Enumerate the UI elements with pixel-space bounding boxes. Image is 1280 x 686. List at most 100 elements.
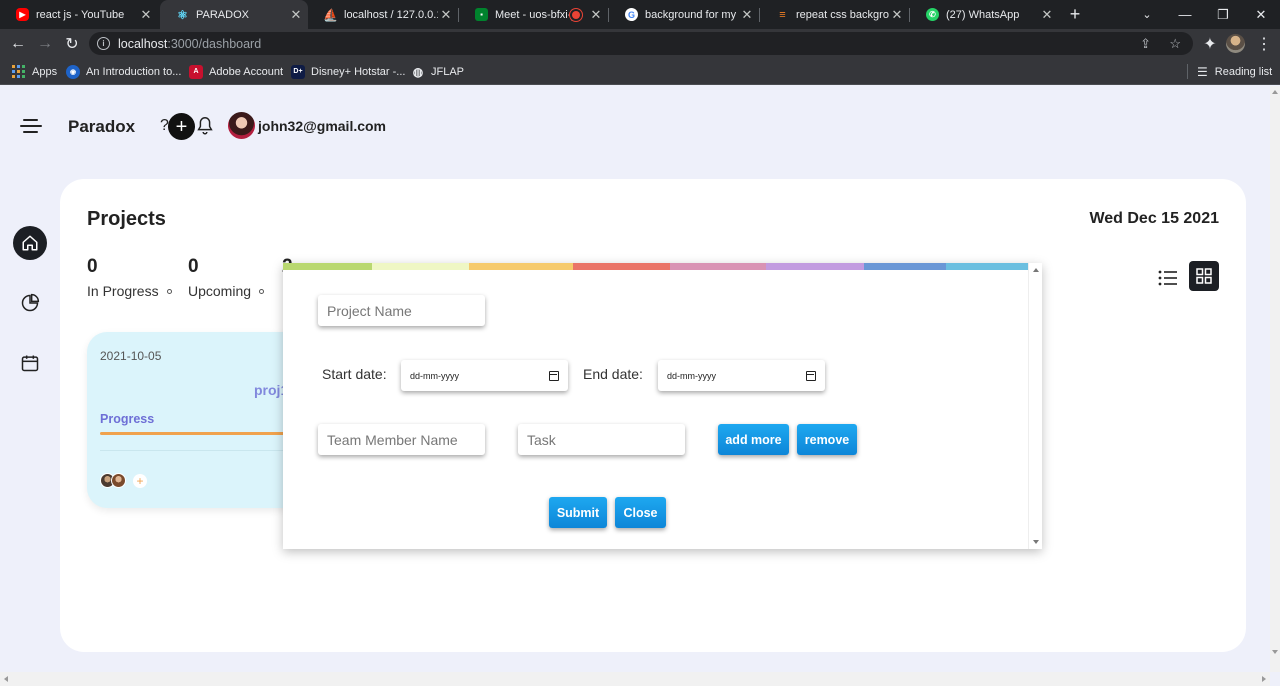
team-member-input[interactable]	[318, 424, 485, 455]
grid-view-button[interactable]	[1189, 261, 1219, 291]
avatar[interactable]	[228, 112, 255, 139]
close-icon[interactable]: ✕	[739, 7, 755, 23]
tab-search-chevron-icon[interactable]: ⌄	[1128, 0, 1166, 29]
calendar-icon[interactable]	[549, 370, 559, 381]
calendar-icon	[21, 355, 39, 372]
bookmark-introduction[interactable]: ◉ An Introduction to...	[66, 58, 181, 85]
nav-home[interactable]	[13, 226, 47, 260]
color-stripe	[283, 263, 372, 270]
color-stripe	[573, 263, 670, 270]
bookmark-label: JFLAP	[431, 65, 465, 78]
tab-stackoverflow[interactable]: ≡ repeat css backgroun ✕	[760, 0, 909, 29]
task-input[interactable]	[518, 424, 685, 455]
close-icon[interactable]: ✕	[138, 7, 154, 23]
tab-title: repeat css backgroun	[796, 8, 889, 21]
tab-title: PARADOX	[196, 8, 249, 21]
tab-whatsapp[interactable]: ✆ (27) WhatsApp ✕	[910, 0, 1059, 29]
color-stripe	[469, 263, 573, 270]
grid-icon	[1196, 268, 1212, 284]
page-title: Projects	[87, 208, 166, 230]
tab-paradox[interactable]: ⚛ PARADOX ✕	[160, 0, 308, 29]
bookmark-star-icon[interactable]: ☆	[1169, 32, 1181, 55]
bookmark-label: Apps	[32, 65, 58, 78]
back-arrow-icon[interactable]: ←	[4, 29, 32, 58]
bookmark-hotstar[interactable]: D+ Disney+ Hotstar -...	[291, 58, 405, 85]
url-field[interactable]: i localhost:3000/dashboard ⇪ ☆	[89, 32, 1193, 55]
start-date-label: Start date:	[322, 366, 387, 382]
google-icon: G	[625, 8, 638, 21]
remove-button[interactable]: remove	[797, 424, 857, 455]
scroll-up-icon[interactable]	[1033, 268, 1039, 272]
stat-label: In Progress	[87, 283, 159, 299]
reload-icon[interactable]: ↻	[58, 29, 86, 58]
close-icon[interactable]: ✕	[438, 7, 454, 23]
close-icon[interactable]: ✕	[288, 7, 304, 23]
color-stripe	[766, 263, 864, 270]
new-tab-icon[interactable]: +	[1056, 0, 1094, 29]
scroll-down-icon[interactable]	[1272, 650, 1278, 654]
tab-title: background for my w	[645, 8, 739, 21]
bookmark-adobe[interactable]: A Adobe Account	[189, 58, 283, 85]
profile-avatar[interactable]	[1226, 34, 1245, 53]
stat-value: 0	[87, 256, 98, 277]
phpmyadmin-icon: ⛵	[323, 7, 338, 22]
bookmark-label: Adobe Account	[209, 65, 284, 78]
nav-calendar[interactable]	[13, 346, 47, 380]
bookmark-label: Disney+ Hotstar -...	[311, 65, 406, 78]
bookmark-apps[interactable]: Apps	[12, 58, 57, 85]
end-date-input[interactable]: dd-mm-yyyy	[658, 360, 825, 391]
reading-list-icon: ☰	[1197, 64, 1208, 79]
add-project-button[interactable]: +	[168, 113, 195, 140]
scroll-down-icon[interactable]	[1033, 540, 1039, 544]
maximize-icon[interactable]: ❐	[1204, 0, 1242, 29]
scroll-left-icon[interactable]	[4, 676, 8, 682]
minimize-icon[interactable]: —	[1166, 0, 1204, 29]
color-stripe	[670, 263, 766, 270]
close-icon[interactable]: ✕	[1039, 7, 1055, 23]
page-horizontal-scrollbar[interactable]	[0, 672, 1270, 686]
start-date-input[interactable]: dd-mm-yyyy	[401, 360, 568, 391]
page-vertical-scrollbar[interactable]	[1270, 86, 1280, 672]
extensions-icon[interactable]: ✦	[1196, 29, 1224, 58]
scroll-up-icon[interactable]	[1272, 90, 1278, 94]
reading-list-label: Reading list	[1214, 65, 1273, 78]
list-view-button[interactable]	[1153, 263, 1183, 293]
add-member-button[interactable]: +	[133, 474, 147, 488]
stat-upcoming: 0 Upcoming	[188, 256, 265, 299]
tab-meet[interactable]: ▪ Meet - uos-bfxi-jt ✕	[459, 0, 608, 29]
color-stripe	[946, 263, 1028, 270]
bookmarks-bar: Apps ◉ An Introduction to... A Adobe Acc…	[0, 58, 1280, 85]
google-meet-icon: ▪	[475, 8, 488, 21]
modal-scrollbar[interactable]	[1028, 263, 1042, 549]
bookmark-jflap[interactable]: ◍ JFLAP	[411, 58, 464, 85]
tab-phpmyadmin[interactable]: ⛵ localhost / 127.0.0.1 / ✕	[308, 0, 458, 29]
whatsapp-icon: ✆	[926, 8, 939, 21]
address-bar-row: ← → ↻ i localhost:3000/dashboard ⇪ ☆ ✦ ⋮	[0, 29, 1280, 58]
calendar-icon[interactable]	[806, 370, 816, 381]
submit-button[interactable]: Submit	[549, 497, 607, 528]
close-icon[interactable]: ✕	[588, 7, 604, 23]
date-placeholder: dd-mm-yyyy	[667, 370, 716, 381]
reading-list-button[interactable]: ☰ Reading list	[1197, 58, 1272, 85]
forward-arrow-icon[interactable]: →	[31, 29, 59, 58]
tab-title: Meet - uos-bfxi-jt	[495, 8, 572, 21]
tab-youtube[interactable]: ▶ react js - YouTube ✕	[0, 0, 158, 29]
close-button[interactable]: Close	[615, 497, 666, 528]
share-icon[interactable]: ⇪	[1140, 32, 1151, 55]
menu-kebab-icon[interactable]: ⋮	[1250, 29, 1278, 58]
project-name-input[interactable]	[318, 295, 485, 326]
bookmark-divider	[1187, 64, 1188, 79]
add-more-button[interactable]: add more	[718, 424, 789, 455]
bell-icon[interactable]	[194, 114, 216, 138]
current-date: Wed Dec 15 2021	[1089, 210, 1219, 227]
scroll-right-icon[interactable]	[1262, 676, 1266, 682]
tab-google[interactable]: G background for my w ✕	[609, 0, 759, 29]
hamburger-menu-icon[interactable]	[20, 119, 42, 133]
adobe-icon: A	[189, 64, 203, 79]
user-email: john32@gmail.com	[258, 118, 387, 134]
info-icon[interactable]: i	[97, 37, 110, 50]
close-icon[interactable]: ✕	[889, 7, 905, 23]
nav-analytics[interactable]	[13, 286, 47, 320]
brand-title[interactable]: Paradox	[68, 117, 135, 137]
window-close-icon[interactable]: ✕	[1242, 0, 1280, 29]
